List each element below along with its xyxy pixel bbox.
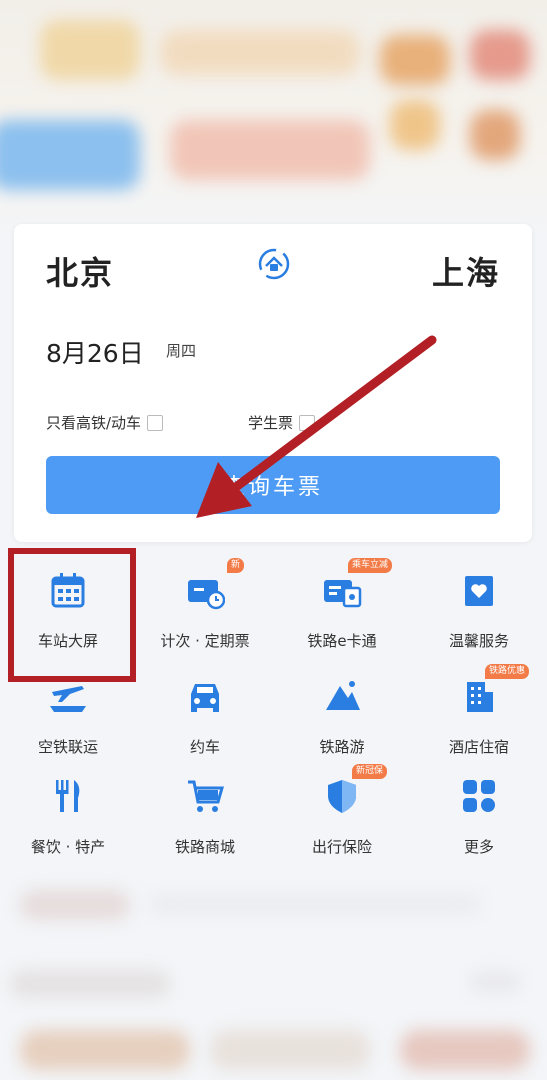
service-label: 约车 [189, 738, 220, 756]
rail-discount-badge: 铁路优惠 [485, 664, 530, 679]
service-label: 计次 · 定期票 [160, 632, 250, 650]
service-rail-travel[interactable]: 铁路游 [274, 666, 410, 766]
service-insurance[interactable]: 新冠保 出行保险 [274, 764, 410, 866]
service-mall[interactable]: 铁路商城 [137, 766, 273, 866]
swap-cities-icon[interactable] [254, 244, 294, 284]
service-food[interactable]: 餐饮 · 特产 [0, 766, 136, 866]
car-icon [191, 684, 219, 712]
e-card-icon [324, 580, 362, 608]
hotel-icon [467, 682, 493, 712]
new-badge: 新 [227, 558, 245, 573]
service-care[interactable]: 温馨服务 [411, 560, 547, 660]
to-city[interactable]: 上海 [432, 248, 500, 294]
ticket-search-card: 北京 上海 8月26日 周四 只看高铁/动车 学生票 查询车票 [14, 224, 532, 542]
highspeed-only-option[interactable]: 只看高铁/动车 [46, 412, 164, 433]
query-tickets-button[interactable]: 查询车票 [46, 456, 500, 514]
student-ticket-checkbox[interactable] [299, 414, 316, 431]
service-hotel[interactable]: 铁路优惠 酒店住宿 [411, 664, 547, 766]
service-label: 铁路e卡通 [307, 632, 377, 650]
highspeed-only-checkbox[interactable] [147, 414, 164, 431]
shield-icon [328, 780, 356, 813]
annotation-highlight-box [8, 548, 136, 682]
ride-discount-badge: 乘车立减 [348, 558, 393, 573]
ticket-card-icon [188, 580, 225, 610]
service-label: 酒店住宿 [448, 738, 509, 756]
mountain-icon [326, 681, 360, 710]
blurred-feed [0, 880, 547, 1080]
cart-icon [188, 780, 224, 812]
service-label: 温馨服务 [448, 632, 509, 650]
student-ticket-label: 学生票 [248, 414, 294, 432]
travel-weekday: 周四 [166, 342, 197, 360]
plane-train-icon [50, 686, 86, 712]
service-label: 更多 [463, 838, 494, 856]
travel-date[interactable]: 8月26日 [46, 334, 144, 370]
service-label: 铁路商城 [174, 838, 235, 856]
highspeed-only-label: 只看高铁/动车 [46, 414, 142, 432]
fork-knife-icon [56, 780, 80, 812]
more-grid-icon [463, 780, 495, 812]
service-label: 出行保险 [311, 838, 372, 856]
promo-banner[interactable] [0, 0, 547, 240]
heart-service-icon [465, 576, 493, 606]
service-label: 空铁联运 [37, 738, 98, 756]
service-e-card[interactable]: 乘车立减 铁路e卡通 [274, 558, 410, 660]
student-ticket-option[interactable]: 学生票 [248, 412, 316, 433]
covid-insurance-badge: 新冠保 [352, 764, 388, 779]
from-city[interactable]: 北京 [46, 248, 114, 294]
service-label: 餐饮 · 特产 [30, 838, 106, 856]
service-car[interactable]: 约车 [137, 666, 273, 766]
service-label: 铁路游 [319, 738, 365, 756]
service-more[interactable]: 更多 [411, 766, 547, 866]
service-periodic-ticket[interactable]: 新 计次 · 定期票 [137, 558, 273, 660]
